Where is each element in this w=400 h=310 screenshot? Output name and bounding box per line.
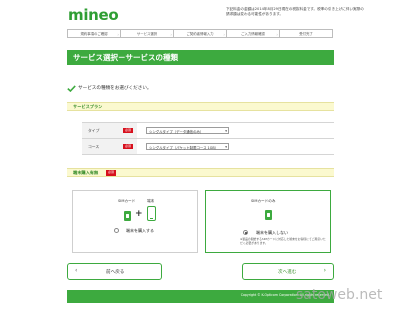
required-badge: 必須 (106, 170, 116, 176)
header-note: 下記料金の金額は2014年8月29日現在の税抜料金です。税率の引き上げに伴い実際… (226, 7, 364, 16)
sim-only-caption: SIMカードのみ (251, 199, 276, 203)
service-plan-header: サービスプラン (67, 102, 334, 111)
option-card-buy-device[interactable]: SIMカード 端末 + 端末を購入する (72, 190, 198, 253)
service-plan-title: サービスプラン (73, 104, 103, 109)
radio-label-buy-device: 端末を購入する (126, 228, 154, 233)
check-icon (67, 85, 76, 92)
step-arrow-icon: › (117, 32, 119, 37)
mineo-logo[interactable]: mineo (68, 6, 119, 24)
service-plan-table: タイプ 必須 シングルタイプ（データ通信のみ） ▾ コース 必須 シングルタイプ… (82, 122, 334, 155)
type-select-value: シングルタイプ（データ通信のみ） (149, 130, 204, 134)
sim-card-icon (124, 211, 131, 221)
type-label: タイプ (88, 128, 100, 133)
sim-card-icon (265, 210, 272, 220)
device-purchase-title: 端末購入有無 (73, 170, 99, 175)
course-label: コース (88, 144, 100, 149)
next-button-label: 次へ進む (278, 269, 297, 275)
back-button[interactable]: ‹ 前へ戻る (67, 263, 162, 280)
required-badge: 必須 (123, 127, 133, 133)
plus-icon: + (135, 209, 143, 219)
type-row: タイプ 必須 シングルタイプ（データ通信のみ） ▾ (82, 123, 334, 139)
chevron-down-icon: ▾ (225, 145, 227, 149)
page-title-bar: サービス選択－サービスの種類 (67, 50, 334, 65)
course-label-cell: コース 必須 (82, 139, 137, 154)
radio-no-device[interactable] (243, 230, 248, 235)
step-5: 受付完了 (299, 32, 313, 36)
next-button[interactable]: 次へ進む › (242, 263, 334, 280)
step-arrow-icon: › (276, 32, 278, 37)
page-title: サービス選択－サービスの種類 (73, 53, 178, 62)
radio-buy-device[interactable] (114, 228, 119, 233)
step-arrow-icon: › (170, 32, 172, 37)
chevron-down-icon: ▾ (225, 129, 227, 133)
radio-label-no-device: 端末を購入しない (256, 230, 288, 235)
footer: Copyright © K-Opticom Corporation. All r… (67, 290, 334, 303)
step-progress: 規約事項のご確認 › サービス選択 › ご契約者情報入力 › ご入力情報確認 › 受付完… (67, 29, 333, 38)
watermark: satoweb.net (296, 287, 383, 303)
step-2-current: サービス選択 › (121, 30, 174, 37)
step-4: ご入力情報確認 › (227, 30, 280, 37)
type-label-cell: タイプ 必須 (82, 123, 137, 138)
course-select[interactable]: シングルタイプ（パケット制限コース 1GB） ▾ (146, 143, 229, 150)
course-select-value: シングルタイプ（パケット制限コース 1GB） (149, 146, 219, 150)
course-row: コース 必須 シングルタイプ（パケット制限コース 1GB） ▾ (82, 139, 334, 155)
smartphone-icon (147, 206, 156, 221)
sim-card-caption: SIMカード (118, 199, 136, 203)
device-compatibility-note: ※製品の開始するSIMカードに対応した端末をお客様にてご用意いただく必要がありま… (240, 237, 326, 245)
device-caption: 端末 (147, 199, 155, 203)
chevron-right-icon: › (323, 267, 326, 274)
required-badge: 必須 (123, 143, 133, 149)
device-purchase-header: 端末購入有無 必須 (67, 168, 334, 177)
chevron-left-icon: ‹ (75, 267, 78, 274)
step-3: ご契約者情報入力 › (174, 30, 227, 37)
step-1: 規約事項のご確認 › (68, 30, 121, 37)
step-arrow-icon: › (223, 32, 225, 37)
instruction-text: サービスの種類をお選びください。 (78, 86, 152, 91)
type-select[interactable]: シングルタイプ（データ通信のみ） ▾ (146, 127, 229, 134)
back-button-label: 前へ戻る (106, 269, 125, 275)
option-card-no-device[interactable]: SIMカードのみ 端末を購入しない ※製品の開始するSIMカードに対応した端末を… (205, 190, 331, 253)
